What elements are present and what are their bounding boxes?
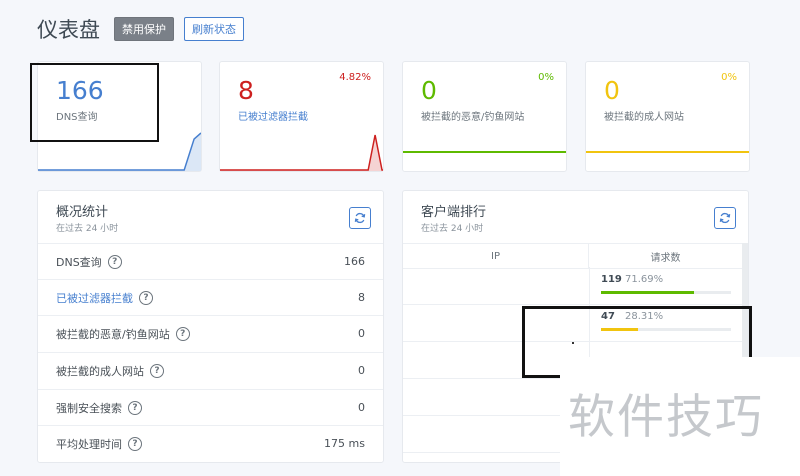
- column-header-requests[interactable]: 请求数: [589, 244, 742, 268]
- row-value: 8: [358, 291, 365, 304]
- row-value: 0: [358, 364, 365, 377]
- refresh-overview-button[interactable]: [349, 207, 371, 229]
- overview-row-adult-sites: 被拦截的成人网站? 0: [38, 352, 383, 388]
- row-label: 强制安全搜索: [56, 401, 122, 415]
- progress-bar: [601, 291, 731, 294]
- overview-row-avg-time: 平均处理时间? 175 ms: [38, 425, 383, 461]
- row-value: 0: [358, 401, 365, 414]
- stat-card-adult-sites: 0 被拦截的成人网站 0%: [585, 61, 750, 172]
- help-icon[interactable]: ?: [150, 363, 164, 378]
- help-icon[interactable]: ?: [107, 254, 122, 269]
- row-value: 0: [358, 327, 365, 340]
- stat-label: 被拦截的恶意/钓鱼网站: [421, 112, 525, 123]
- row-label: DNS查询: [56, 255, 102, 269]
- refresh-icon: [354, 212, 366, 224]
- disable-protection-button[interactable]: 禁用保护: [114, 17, 174, 41]
- help-icon[interactable]: ?: [139, 290, 153, 305]
- stat-value: 0: [604, 76, 620, 105]
- help-icon[interactable]: ?: [128, 436, 142, 451]
- row-label: 被拦截的成人网站: [56, 364, 144, 378]
- top-clients-title: 客户端排行: [421, 205, 487, 220]
- stat-card-malware-phishing: 0 被拦截的恶意/钓鱼网站 0%: [402, 61, 567, 172]
- row-label: 被拦截的恶意/钓鱼网站: [56, 327, 170, 341]
- stat-value: 0: [421, 76, 437, 105]
- stat-percent: 4.82%: [339, 72, 371, 83]
- overview-row-malware-phishing: 被拦截的恶意/钓鱼网站? 0: [38, 315, 383, 351]
- help-icon[interactable]: ?: [128, 400, 142, 415]
- stat-percent: 0%: [538, 72, 554, 83]
- overview-title: 概况统计: [56, 205, 109, 220]
- column-header-ip[interactable]: IP: [403, 244, 589, 268]
- blocked-filters-sparkline: [220, 134, 383, 171]
- clients-table-header: IP 请求数: [403, 243, 742, 269]
- dot-marker: [572, 342, 574, 344]
- stat-label[interactable]: 已被过滤器拦截: [238, 108, 308, 123]
- top-clients-subtitle: 在过去 24 小时: [421, 224, 484, 234]
- client-requests: 119: [601, 274, 622, 285]
- stat-line: [586, 151, 749, 153]
- overview-panel: 概况统计 在过去 24 小时 DNS查询? 166 已被过滤器拦截? 8 被拦截…: [37, 190, 384, 463]
- overview-row-dns-queries: DNS查询? 166: [38, 243, 383, 279]
- stat-line: [403, 151, 566, 153]
- overview-row-blocked-filters: 已被过滤器拦截? 8: [38, 279, 383, 315]
- progress-fill: [601, 291, 695, 294]
- annotation-box: [30, 63, 159, 142]
- client-percent: 71.69%: [625, 274, 664, 285]
- overview-subtitle: 在过去 24 小时: [56, 224, 119, 234]
- page-title: 仪表盘: [37, 18, 100, 42]
- row-value: 166: [344, 255, 365, 268]
- overview-row-safe-search: 强制安全搜索? 0: [38, 389, 383, 425]
- help-icon[interactable]: ?: [175, 326, 190, 341]
- row-value: 175 ms: [324, 437, 365, 450]
- stat-percent: 0%: [721, 72, 737, 83]
- table-row: 119 71.69%: [403, 268, 742, 305]
- row-label[interactable]: 已被过滤器拦截: [56, 290, 133, 306]
- stat-value: 8: [238, 76, 254, 105]
- refresh-clients-button[interactable]: [714, 207, 736, 229]
- watermark-text: 软件技巧: [568, 390, 764, 445]
- stat-label: 被拦截的成人网站: [604, 112, 684, 123]
- refresh-icon: [719, 212, 731, 224]
- page-header: 仪表盘 禁用保护 刷新状态: [37, 14, 244, 44]
- row-label: 平均处理时间: [56, 437, 122, 451]
- refresh-status-button[interactable]: 刷新状态: [184, 17, 244, 41]
- stat-card-blocked-filters: 8 已被过滤器拦截 4.82%: [219, 61, 384, 172]
